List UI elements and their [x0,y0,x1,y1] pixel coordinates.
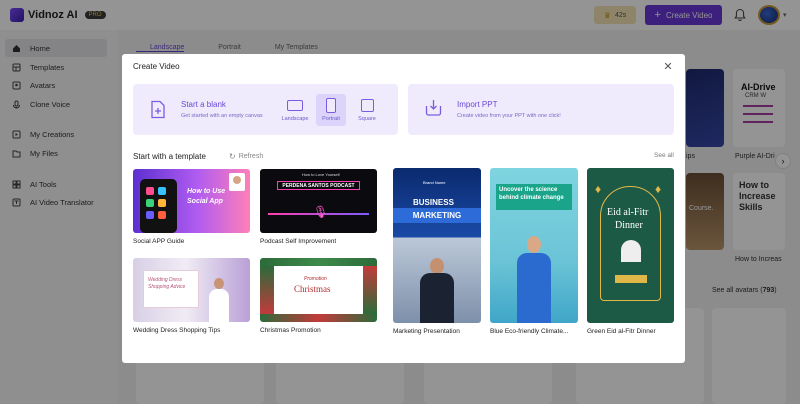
microphone-icon: 🎙 [313,205,329,219]
template-eid[interactable]: ♦ ♦ Eid al-Fitr Dinner [587,168,674,323]
landscape-ratio-icon [287,100,303,111]
template-social-app[interactable]: How to Use Social App [133,169,250,233]
presenter-image [209,278,229,322]
podcast-banner: PERDENA SANTOS PODCAST [277,181,360,190]
arch-frame: Eid al-Fitr Dinner [600,186,661,301]
refresh-label: Refresh [238,153,264,160]
ratio-label: Landscape [281,116,309,122]
template-label: Blue Eco-friendly Climate... [490,328,569,335]
import-ppt-panel[interactable]: Import PPT Create video from your PPT wi… [408,84,674,135]
import-ppt-subtitle: Create video from your PPT with one clic… [457,113,561,119]
slide-image: Wedding Dress Shopping Advice [143,270,199,308]
start-blank-title: Start a blank [181,100,226,109]
create-video-modal: Create Video ✕ Start a blank Get started… [122,54,685,363]
template-wedding[interactable]: Wedding Dress Shopping Advice [133,258,250,322]
date-box [615,275,647,283]
template-text-2: behind climate change [499,195,564,201]
template-podcast[interactable]: How to Love Yourself PERDENA SANTOS PODC… [260,169,377,233]
template-text: Eid al-Fitr [607,207,649,218]
template-climate[interactable]: Uncover the science behind climate chang… [490,168,578,323]
presenter-image [229,173,245,191]
template-text-2: MARKETING [412,211,462,220]
template-text: Uncover the science [499,187,558,193]
template-marketing[interactable]: Brand Name BUSINESS MARKETING [393,168,481,323]
pine-decoration [260,266,274,314]
presenter-image [517,236,551,323]
pine-decoration [260,314,377,322]
template-subtext: Promotion [304,276,327,282]
start-blank-subtitle: Get started with an empty canvas [181,113,263,119]
ratio-landscape[interactable]: Landscape [280,94,310,126]
template-text: PERDENA SANTOS PODCAST [282,182,355,189]
template-subtext: How to Love Yourself [302,172,340,177]
template-section-title: Start with a template [133,152,206,161]
ratio-square[interactable]: Square [352,94,382,126]
template-label: Podcast Self Improvement [260,238,337,245]
template-label: Wedding Dress Shopping Tips [133,327,221,334]
refresh-button[interactable]: ↻ Refresh [229,152,263,161]
lantern-icon: ♦ [655,182,662,196]
template-text-2: Dinner [615,220,643,231]
template-christmas[interactable]: Promotion Christmas [260,258,377,322]
phone-image [140,179,177,233]
portrait-ratio-icon [326,98,336,113]
see-all-link[interactable]: See all [654,152,674,159]
template-label: Green Eid al-Fitr Dinner [587,328,656,335]
new-file-icon [151,100,165,119]
presenter-image [621,240,641,262]
pine-decoration [363,266,377,314]
ratio-portrait[interactable]: Portrait [316,94,346,126]
import-icon [425,100,442,116]
brand-name: Brand Name [423,180,446,185]
template-text: Christmas [294,284,331,294]
title-banner: MARKETING [393,208,481,223]
square-ratio-icon [360,99,374,112]
presenter-image [420,258,454,323]
pine-decoration [260,258,377,266]
template-label: Marketing Presentation [393,328,460,335]
lantern-icon: ♦ [595,182,602,196]
title-banner: Uncover the science behind climate chang… [496,184,572,210]
refresh-icon: ↻ [229,152,236,161]
close-icon[interactable]: ✕ [662,61,674,73]
import-ppt-title: Import PPT [457,100,498,109]
template-label: Social APP Guide [133,238,185,245]
template-label: Christmas Promotion [260,327,321,334]
template-text: Wedding Dress Shopping Advice [148,277,186,290]
start-blank-panel[interactable]: Start a blank Get started with an empty … [133,84,398,135]
template-text: BUSINESS [413,198,454,207]
modal-title: Create Video [133,62,180,71]
ratio-label: Portrait [322,116,340,122]
ratio-label: Square [358,116,376,122]
